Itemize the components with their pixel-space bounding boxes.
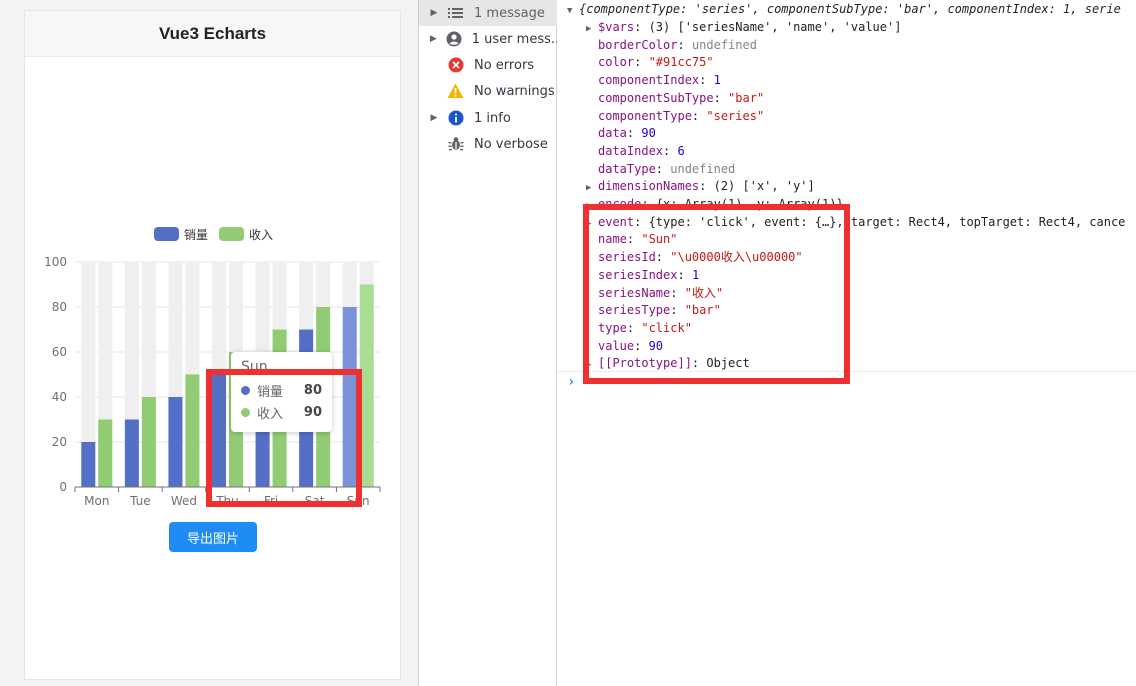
highlight-box-tooltip <box>206 369 362 507</box>
warning-icon <box>447 83 464 100</box>
sidebar-item-label: No errors <box>474 57 535 73</box>
property-value: "series" <box>706 108 765 123</box>
bar-sales <box>124 419 139 487</box>
property-value: 6 <box>677 143 685 158</box>
x-tick-label: Tue <box>129 494 151 508</box>
property-key: dataType <box>598 161 656 176</box>
property-value: undefined <box>670 161 736 176</box>
bar-revenue <box>98 419 113 487</box>
console-property-line: componentSubType: "bar" <box>598 90 765 105</box>
sidebar-item-label: 1 info <box>474 110 511 126</box>
console-property-line: color: "#91cc75" <box>598 55 714 70</box>
y-tick-label: 20 <box>52 435 67 449</box>
property-key: borderColor <box>598 37 678 52</box>
bar-revenue <box>185 374 200 487</box>
x-tick-label: Mon <box>84 494 109 508</box>
x-tick-label: Wed <box>171 494 197 508</box>
y-tick-label: 0 <box>59 480 67 494</box>
sidebar-item-errors[interactable]: No errors <box>419 52 557 78</box>
sidebar-item-label: 1 user mess... <box>471 31 557 47</box>
y-tick-label: 80 <box>52 300 67 314</box>
property-value: (3) ['seriesName', 'name', 'value'] <box>648 20 902 34</box>
expand-arrow-icon[interactable]: ▶ <box>425 113 443 123</box>
legend-swatch-icon <box>219 227 244 241</box>
sidebar-item-user-messages[interactable]: ▶ 1 user mess... <box>419 26 557 52</box>
y-tick-label: 40 <box>52 390 67 404</box>
property-key: dimensionNames <box>598 179 700 194</box>
info-icon <box>447 110 464 127</box>
console-object-header[interactable]: ▼ {componentType: 'series', componentSubT… <box>567 0 1121 18</box>
sidebar-item-verbose[interactable]: No verbose <box>419 131 557 157</box>
expand-arrow-icon[interactable]: ▶ <box>425 8 443 18</box>
property-value: 90 <box>641 126 656 141</box>
property-key: data <box>598 126 627 141</box>
expand-arrow-icon[interactable]: ▶ <box>586 179 598 197</box>
app-title: Vue3 Echarts <box>158 23 267 43</box>
console-property-line[interactable]: ▶ dimensionNames: (2) ['x', 'y'] <box>586 177 815 195</box>
bug-icon <box>447 136 464 153</box>
console-property-line[interactable]: ▶ $vars: (3) ['seriesName', 'name', 'valu… <box>586 18 902 36</box>
property-key: color <box>598 55 635 70</box>
legend-label: 收入 <box>249 228 273 242</box>
legend-label: 销量 <box>184 228 208 242</box>
console-property-line: componentIndex: 1 <box>598 73 721 88</box>
sidebar-item-warnings[interactable]: No warnings <box>419 78 557 104</box>
property-key: componentType <box>598 108 692 123</box>
screenshot-root: Vue3 Echarts 0 20 40 60 80 100 Mon Tue Wed Thu Fri… <box>0 0 1136 686</box>
property-value: (2) ['x', 'y'] <box>713 179 815 194</box>
console-sidebar: ▶ 1 message ▶ 1 user mess... No errors N… <box>418 0 557 686</box>
console-property-line: dataType: undefined <box>598 161 736 176</box>
console-prompt-icon[interactable]: › <box>567 374 575 390</box>
property-value: undefined <box>691 37 757 52</box>
export-image-button[interactable]: 导出图片 <box>169 522 257 552</box>
console-property-line: borderColor: undefined <box>598 37 757 52</box>
sidebar-item-label: 1 message <box>474 5 545 21</box>
legend-swatch-icon <box>154 227 179 241</box>
collapse-arrow-icon[interactable]: ▼ <box>567 2 579 20</box>
object-preview: {componentType: 'series', componentSubTy… <box>579 2 1121 16</box>
property-key: componentSubType <box>598 90 714 105</box>
console-property-line: data: 90 <box>598 126 656 141</box>
app-header: Vue3 Echarts <box>25 11 400 57</box>
expand-arrow-icon[interactable]: ▶ <box>425 34 442 44</box>
bar-sales <box>168 397 183 487</box>
sidebar-item-info[interactable]: ▶ 1 info <box>419 105 557 131</box>
property-value: "bar" <box>728 90 765 105</box>
property-value: "#91cc75" <box>648 55 714 70</box>
console-property-line: dataIndex: 6 <box>598 143 685 158</box>
error-icon <box>447 57 464 74</box>
console-property-line: componentType: "series" <box>598 108 765 123</box>
user-icon <box>446 31 462 48</box>
sidebar-item-label: No warnings <box>474 83 555 99</box>
sidebar-item-label: No verbose <box>474 136 548 152</box>
y-tick-label: 60 <box>52 345 67 359</box>
highlight-box-console <box>583 204 850 384</box>
bar-sales <box>81 442 96 487</box>
property-key: componentIndex <box>598 73 700 88</box>
expand-arrow-icon[interactable]: ▶ <box>586 20 598 38</box>
list-icon <box>447 5 464 22</box>
vue-app-panel: Vue3 Echarts 0 20 40 60 80 100 Mon Tue Wed Thu Fri… <box>24 10 401 680</box>
property-key: $vars <box>598 20 635 34</box>
property-key: dataIndex <box>598 143 664 158</box>
sidebar-item-messages[interactable]: ▶ 1 message <box>419 0 557 26</box>
property-value: 1 <box>713 73 721 88</box>
y-tick-label: 100 <box>44 255 67 269</box>
bar-revenue <box>141 397 156 487</box>
